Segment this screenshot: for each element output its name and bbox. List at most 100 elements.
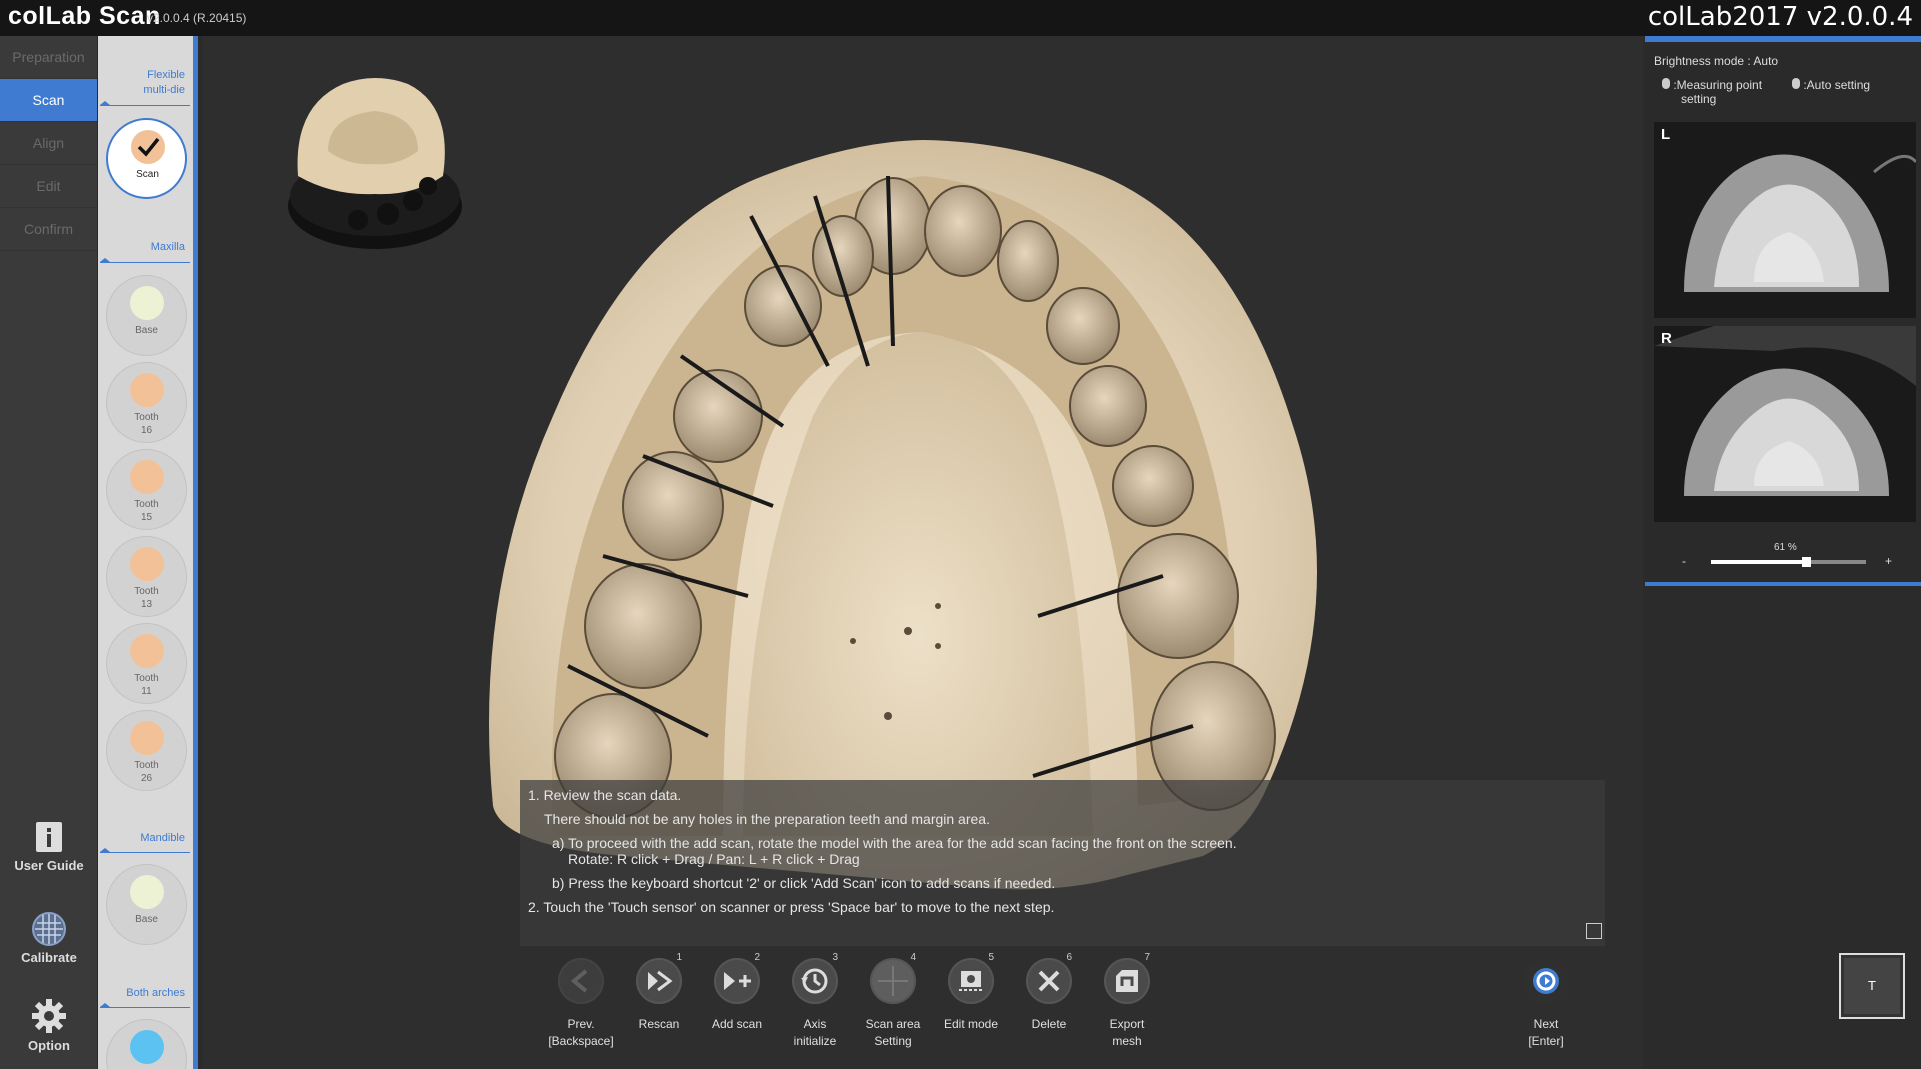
tooth-16-button[interactable]: Tooth 16 — [106, 362, 187, 443]
die-label: Tooth 11 — [134, 673, 159, 697]
group-divider — [100, 1003, 190, 1008]
axis-icon — [801, 968, 828, 994]
add-scan-label: Add scan — [711, 1017, 763, 1031]
tooth-13-button[interactable]: Tooth 13 — [106, 536, 187, 617]
next-label-line: Next — [1533, 1017, 1559, 1031]
die-color-dot — [130, 286, 164, 320]
export-mesh-button[interactable]: 7 Export mesh — [1092, 952, 1162, 1050]
next-label-line: [Enter] — [1528, 1034, 1564, 1048]
step-align[interactable]: Align — [0, 122, 97, 165]
calibrate-button[interactable]: Calibrate — [0, 912, 98, 965]
camera-view-right: R — [1654, 326, 1916, 522]
die-color-dot — [130, 373, 164, 407]
shortcut-number: 4 — [910, 952, 916, 963]
prev-icon — [570, 969, 588, 993]
rescan-icon — [648, 970, 673, 992]
edit-mode-label: Edit mode — [943, 1017, 999, 1031]
next-icon — [1533, 968, 1559, 994]
add-scan-icon — [724, 972, 751, 990]
mandible-label: Mandible — [140, 832, 185, 844]
camera-right-tag: R — [1661, 330, 1672, 347]
die-label: Tooth 15 — [134, 499, 159, 523]
gear-icon — [32, 999, 66, 1033]
mouse-right-icon — [1792, 78, 1800, 89]
instruction-line: b) Press the keyboard shortcut '2' or cl… — [552, 875, 1056, 891]
maxilla-label: Maxilla — [150, 241, 185, 253]
delete-button[interactable]: 6 Delete — [1014, 952, 1084, 1033]
camera-right-image — [1654, 326, 1916, 522]
add-scan-button[interactable]: 2 Add scan — [702, 952, 772, 1033]
die-color-dot — [130, 1030, 164, 1064]
calibrate-icon — [32, 912, 66, 946]
die-color-dot — [130, 547, 164, 581]
delete-label: Delete — [1031, 1017, 1067, 1031]
die-panel: Flexible multi-die Scan Maxilla Base Too… — [98, 36, 198, 1069]
die-label: Tooth 13 — [134, 586, 159, 610]
shortcut-number: 6 — [1066, 952, 1072, 963]
shortcut-number: 1 — [676, 952, 682, 963]
brightness-slider[interactable] — [1711, 557, 1866, 567]
next-label: Next [Enter] — [1511, 1016, 1581, 1050]
step-preparation[interactable]: Preparation — [0, 36, 97, 79]
tooth-15-button[interactable]: Tooth 15 — [106, 449, 187, 530]
step-edit[interactable]: Edit — [0, 165, 97, 208]
die-label: Base — [135, 914, 158, 925]
brightness-increase[interactable]: + — [1885, 554, 1892, 568]
instruction-line: There should not be any holes in the pre… — [544, 811, 990, 827]
title-bar: colLab Scan v2.0.0.4 (R.20415) colLab201… — [0, 0, 1921, 36]
auto-setting-hint: :Auto setting — [1792, 78, 1870, 92]
brightness-decrease[interactable]: - — [1682, 554, 1686, 568]
step-confirm[interactable]: Confirm — [0, 208, 97, 251]
check-icon — [131, 130, 165, 164]
scan-die-label: Scan — [136, 169, 159, 180]
calibrate-label: Calibrate — [21, 950, 77, 965]
flexible-multi-die-label: Flexible multi-die — [143, 69, 185, 96]
step-scan[interactable]: Scan — [0, 79, 97, 122]
camera-left-image — [1654, 122, 1916, 318]
delete-icon — [1038, 970, 1060, 992]
instruction-line: 2. Touch the 'Touch sensor' on scanner o… — [528, 899, 1055, 915]
maxilla-base-button[interactable]: Base — [106, 275, 187, 356]
user-guide-label: User Guide — [14, 858, 84, 873]
expand-icon[interactable] — [1586, 923, 1602, 939]
instruction-line: a) To proceed with the add scan, rotate … — [552, 835, 1237, 851]
export-mesh-label: Export mesh — [1109, 1017, 1145, 1048]
edit-mode-icon — [959, 971, 983, 991]
tooth-11-button[interactable]: Tooth 11 — [106, 623, 187, 704]
die-label: Tooth 26 — [134, 760, 159, 784]
brightness-mode-label: Brightness mode : Auto — [1654, 54, 1779, 68]
step-navigation: Preparation Scan Align Edit Confirm User… — [0, 36, 98, 1069]
scan-area-setting-button[interactable]: 4 Scan area Setting — [858, 952, 928, 1050]
prev-button[interactable]: Prev. [Backspace] — [546, 958, 616, 1050]
app-logo: colLab Scan — [8, 2, 161, 30]
next-button[interactable]: Next [Enter] — [1511, 958, 1581, 1050]
rescan-button[interactable]: 1 Rescan — [624, 952, 694, 1033]
instruction-panel: 1. Review the scan data. There should no… — [520, 780, 1605, 946]
edit-mode-button[interactable]: 5 Edit mode — [936, 952, 1006, 1033]
tooth-26-button[interactable]: Tooth 26 — [106, 710, 187, 791]
brightness-slider-fill — [1711, 560, 1806, 564]
axis-initialize-button[interactable]: 3 Axis initialize — [780, 952, 850, 1050]
instruction-line: Rotate: R click + Drag / Pan: L + R clic… — [568, 851, 860, 867]
scan-die-button[interactable]: Scan — [106, 118, 187, 199]
die-color-dot — [130, 634, 164, 668]
group-divider — [100, 101, 190, 106]
scan-area-icon — [878, 966, 908, 996]
info-icon — [36, 822, 62, 852]
camera-view-left: L — [1654, 122, 1916, 318]
shortcut-number: 5 — [988, 952, 994, 963]
both-arches-button[interactable] — [106, 1019, 187, 1069]
user-guide-button[interactable]: User Guide — [0, 820, 98, 873]
shortcut-number: 2 — [754, 952, 760, 963]
measuring-point-hint: :Measuring point setting — [1662, 78, 1762, 106]
group-divider — [100, 848, 190, 853]
rescan-label: Rescan — [638, 1017, 680, 1031]
option-button[interactable]: Option — [0, 998, 98, 1053]
die-color-dot — [130, 460, 164, 494]
t-button[interactable]: T — [1839, 953, 1905, 1019]
mandible-base-button[interactable]: Base — [106, 864, 187, 945]
brightness-slider-knob[interactable] — [1801, 557, 1811, 567]
model-thumbnail — [288, 78, 462, 249]
shortcut-number: 3 — [832, 952, 838, 963]
die-color-dot — [130, 721, 164, 755]
